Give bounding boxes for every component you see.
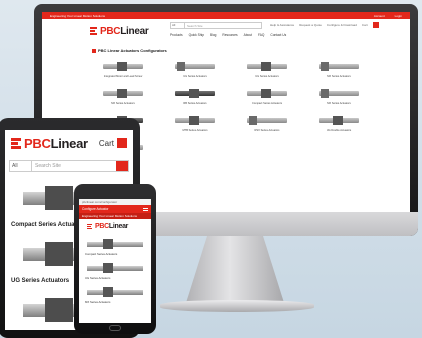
desktop-header: PBCLinear All Search Site Help & Assista… [42, 19, 410, 43]
pbc-logo[interactable]: PBCLinear [11, 136, 88, 151]
phone-title-bar: Configure Actuator [79, 205, 151, 213]
nav-contact[interactable]: Contact Us [270, 33, 286, 37]
logo-text: PBCLinear [100, 25, 149, 37]
actuator-image [101, 59, 145, 73]
actuator-card[interactable]: MTB Series Actuators [164, 113, 226, 136]
actuator-image [317, 59, 361, 73]
cart-label: Cart [98, 138, 114, 148]
cart-icon [117, 138, 127, 148]
actuator-image [173, 113, 217, 127]
quote-link[interactable]: Request a Quote [299, 23, 322, 27]
actuator-card[interactable]: RB Series Actuators [164, 86, 226, 109]
search-bar[interactable]: All Search Site [9, 160, 129, 172]
logo-group: PBCLinear [87, 223, 128, 230]
actuator-image [245, 113, 289, 127]
section-title-icon [92, 48, 96, 53]
actuator-card[interactable]: UG Series Actuators [236, 59, 298, 82]
topbar-tagline: Engineering Your Linear Motion Solutions [50, 13, 106, 18]
actuator-card-label: Compact Series Actuators [252, 102, 282, 105]
phone-title: Configure Actuator [82, 207, 109, 211]
product-caption: MX Series Actuators [85, 300, 111, 304]
actuator-card[interactable]: RSX Series Actuators [236, 113, 298, 136]
login-link[interactable]: Login [395, 14, 402, 18]
help-link[interactable]: Help & Assistance [270, 23, 294, 27]
section-title-text: PBC Linear Actuators Configurators [98, 48, 167, 53]
search-input[interactable]: Search Site [185, 24, 203, 28]
actuator-image [101, 86, 145, 100]
actuator-card[interactable]: UG Series Actuators [164, 59, 226, 82]
header-links: Help & Assistance Request a Quote Config… [270, 23, 368, 27]
actuator-card-label: RB Series Actuators [183, 102, 207, 105]
monitor-stand [185, 236, 285, 306]
search-category-select[interactable]: All [171, 23, 185, 28]
nav-products[interactable]: Products [170, 33, 183, 37]
nav-quick-ship[interactable]: Quick Ship [189, 33, 204, 37]
actuator-card[interactable]: MX Series Actuators [308, 59, 370, 82]
nav-about[interactable]: About [244, 33, 252, 37]
cart-button[interactable]: Cart [99, 138, 127, 148]
logo-mark-icon [90, 27, 97, 35]
actuator-image [245, 86, 289, 100]
phone-screen: pbclinear.com/configurator Configure Act… [79, 199, 151, 323]
logo-mark-icon [87, 223, 92, 229]
main-nav: Products Quick Ship Blog Resources About… [170, 33, 286, 37]
actuator-card-label: MX Series Actuators [327, 75, 351, 78]
home-button[interactable] [109, 325, 121, 331]
actuator-card[interactable]: UG Double Actuators [308, 113, 370, 136]
actuator-card-label: UG Series Actuators [183, 75, 207, 78]
logo-mark-icon [11, 137, 21, 149]
logo-text: PBCLinear [24, 135, 88, 151]
actuator-image [245, 59, 289, 73]
actuator-image [173, 86, 217, 100]
cart-link[interactable]: Cart [362, 23, 368, 27]
product-image[interactable] [85, 284, 145, 300]
actuator-card-label: Integrated Motor and Lead Screw [103, 75, 143, 78]
product-image[interactable] [85, 260, 145, 276]
desktop-topbar: Engineering Your Linear Motion Solutions… [42, 12, 410, 19]
product-caption: UG Series Actuators [85, 276, 111, 280]
product-image[interactable] [85, 236, 145, 252]
section-title: PBC Linear Actuators Configurators [92, 47, 360, 54]
nav-faq[interactable]: FAQ [258, 33, 264, 37]
configure-link[interactable]: Configure & Download [327, 23, 357, 27]
actuator-card[interactable]: MX Series Actuators [92, 86, 154, 109]
actuator-image [173, 59, 217, 73]
cart-icon[interactable] [373, 22, 379, 28]
monitor-base [160, 300, 314, 312]
actuator-card[interactable]: Compact Series Actuators [236, 86, 298, 109]
phone-device: pbclinear.com/configurator Configure Act… [74, 184, 156, 334]
actuator-card-label: MX Series Actuators [111, 102, 135, 105]
actuator-card-label: UG Series Actuators [255, 75, 279, 78]
actuator-card-label: UG Double Actuators [326, 129, 352, 132]
actuator-card[interactable]: MX Series Actuators [308, 86, 370, 109]
product-caption: Compact Series Actuators [85, 252, 118, 256]
account-link[interactable]: Account [374, 14, 385, 18]
actuator-card[interactable]: Integrated Motor and Lead Screw [92, 59, 154, 82]
pbc-logo[interactable]: PBCLinear [79, 219, 151, 233]
pbc-logo[interactable]: PBCLinear [90, 25, 149, 37]
search-category-select[interactable]: All [10, 161, 32, 171]
menu-icon[interactable] [143, 207, 148, 211]
search-input[interactable]: Search Site [32, 163, 116, 169]
tablet-header: PBCLinear Cart [5, 130, 133, 156]
actuator-card-label: RSX Series Actuators [254, 129, 280, 132]
actuator-image [317, 113, 361, 127]
actuator-card-label: MTB Series Actuators [182, 129, 208, 132]
search-icon[interactable] [116, 161, 128, 171]
actuator-card-label: MX Series Actuators [327, 102, 351, 105]
nav-blog[interactable]: Blog [210, 33, 216, 37]
nav-resources[interactable]: Resources [222, 33, 237, 37]
logo-text: PBCLinear [95, 222, 129, 230]
actuator-image [317, 86, 361, 100]
search-bar[interactable]: All Search Site [170, 22, 262, 29]
